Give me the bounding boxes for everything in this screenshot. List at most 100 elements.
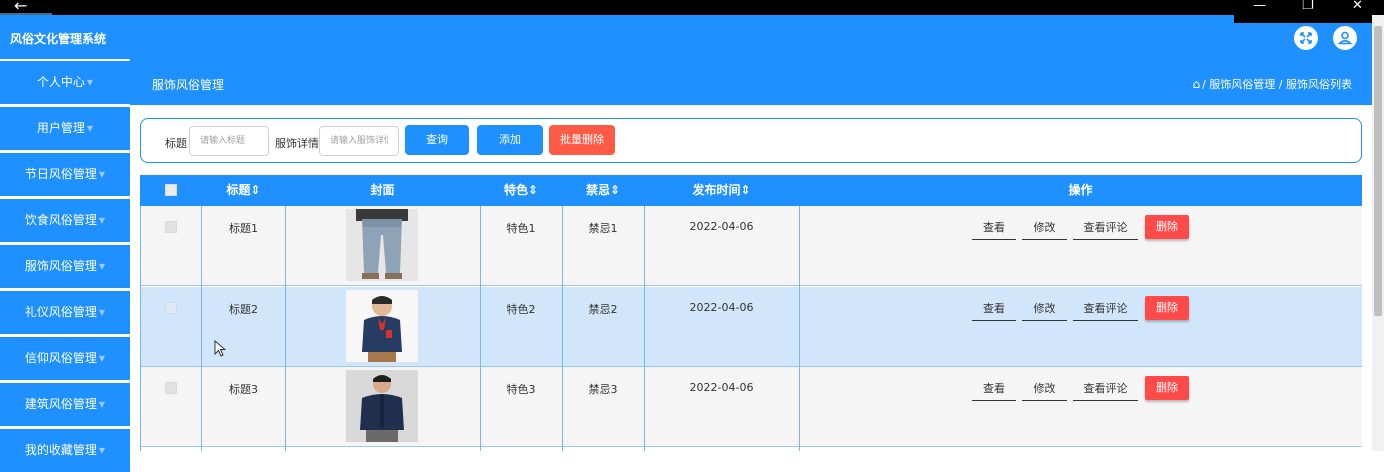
cell-taboo: 禁忌3 [588, 383, 618, 396]
column-divider [285, 206, 286, 451]
sidebar-item-label: 信仰风俗管理 [24, 351, 97, 365]
breadcrumb-text[interactable]: / 服饰风俗管理 / 服饰风俗列表 [1202, 78, 1352, 91]
chevron-down-icon: ▼ [98, 354, 106, 363]
column-label: 标题 [226, 183, 251, 197]
sidebar-item-label: 建筑风俗管理 [24, 397, 97, 411]
cell-title: 标题3 [229, 383, 258, 396]
delete-button[interactable]: 删除 [1145, 296, 1189, 320]
cover-image[interactable] [346, 290, 418, 362]
cell-date: 2022-04-06 [689, 220, 754, 233]
edit-button[interactable]: 修改 [1022, 218, 1067, 240]
batch-delete-button[interactable]: 批量删除 [549, 125, 615, 155]
sidebar-item-label: 我的收藏管理 [24, 443, 97, 457]
sort-icon: ⇕ [609, 183, 621, 197]
app-title: 风俗文化管理系统 [10, 32, 107, 46]
column-label: 操作 [1068, 183, 1093, 197]
column-label: 发布时间 [692, 183, 741, 197]
cell-feature: 特色1 [506, 222, 536, 235]
user-icon[interactable] [1333, 26, 1357, 50]
table-header: 标题⇕ 封面 特色⇕ 禁忌⇕ 发布时间⇕ 操作 [140, 175, 1362, 206]
restore-icon[interactable]: ❐ [1302, 0, 1314, 14]
add-button[interactable]: 添加 [477, 125, 543, 155]
table-border [140, 206, 141, 451]
sidebar-item-label: 用户管理 [36, 121, 85, 135]
sidebar-item-label: 礼仪风俗管理 [24, 305, 97, 319]
column-header-cover: 封面 [285, 175, 480, 206]
app-header: 风俗文化管理系统 [0, 15, 1372, 59]
sidebar-item-festival[interactable]: 节日风俗管理 ▼ [0, 153, 130, 196]
header-notch [1234, 15, 1372, 23]
close-icon[interactable]: ✕ [1352, 0, 1363, 14]
cell-date: 2022-04-06 [689, 381, 754, 394]
column-header-taboo[interactable]: 禁忌⇕ [562, 175, 644, 206]
mouse-cursor-icon [214, 340, 226, 357]
chevron-down-icon: ▼ [98, 400, 106, 409]
table-row[interactable]: 标题1 特色1 禁忌1 2022-04-06 查看 修改 查看评论 删除 [140, 206, 1362, 286]
sidebar-item-architecture[interactable]: 建筑风俗管理 ▼ [0, 383, 130, 426]
user-glyph [1337, 31, 1353, 45]
chevron-down-icon: ▼ [86, 78, 94, 87]
detail-search-input[interactable] [319, 126, 399, 156]
minimize-icon[interactable]: — [1253, 0, 1266, 14]
cell-feature: 特色3 [506, 383, 536, 396]
detail-filter-label: 服饰详情 [275, 137, 319, 150]
select-all-checkbox[interactable] [165, 184, 177, 196]
cell-taboo: 禁忌2 [588, 303, 618, 316]
edit-button[interactable]: 修改 [1022, 379, 1067, 401]
column-label: 封面 [370, 183, 395, 197]
view-comments-button[interactable]: 查看评论 [1073, 218, 1138, 240]
sidebar-item-label: 个人中心 [36, 75, 85, 89]
cell-feature: 特色2 [506, 303, 536, 316]
sidebar-item-users[interactable]: 用户管理 ▼ [0, 107, 130, 150]
cell-taboo: 禁忌1 [588, 222, 618, 235]
chevron-down-icon: ▼ [98, 216, 106, 225]
chevron-down-icon: ▼ [98, 262, 106, 271]
scrollbar-thumb[interactable] [1374, 26, 1382, 316]
view-button[interactable]: 查看 [972, 218, 1016, 240]
query-button[interactable]: 查询 [405, 125, 469, 155]
fullscreen-icon[interactable] [1294, 26, 1318, 50]
breadcrumb: ⌂ / 服饰风俗管理 / 服饰风俗列表 [1192, 76, 1352, 92]
sidebar-item-clothing[interactable]: 服饰风俗管理 ▼ [0, 245, 130, 288]
sidebar-item-profile[interactable]: 个人中心 ▼ [0, 61, 130, 104]
table-row[interactable]: 标题2 特色2 禁忌2 2022-04-06 查看 修改 查看评论 删除 [140, 287, 1362, 367]
delete-button[interactable]: 删除 [1145, 215, 1189, 239]
row-checkbox[interactable] [165, 221, 177, 233]
title-search-input[interactable] [189, 126, 269, 156]
sidebar: 个人中心 ▼ 用户管理 ▼ 节日风俗管理 ▼ 饮食风俗管理 ▼ 服饰风俗管理 ▼ 礼仪风俗… [0, 59, 130, 472]
fullscreen-glyph [1300, 32, 1312, 44]
view-button[interactable]: 查看 [972, 299, 1016, 321]
sort-icon: ⇕ [250, 183, 261, 197]
column-divider [562, 206, 563, 451]
sidebar-item-belief[interactable]: 信仰风俗管理 ▼ [0, 337, 130, 380]
edit-button[interactable]: 修改 [1022, 299, 1067, 321]
boy-shirt-image [346, 290, 418, 362]
page-heading-bar: 服饰风俗管理 ⌂ / 服饰风俗管理 / 服饰风俗列表 [130, 59, 1372, 105]
sort-icon: ⇕ [740, 183, 751, 197]
sidebar-item-label: 服饰风俗管理 [24, 259, 97, 273]
column-divider [480, 206, 481, 451]
home-icon[interactable]: ⌂ [1192, 77, 1200, 91]
sidebar-item-label: 饮食风俗管理 [24, 213, 97, 227]
view-button[interactable]: 查看 [972, 379, 1016, 401]
table-row[interactable]: 标题3 特色3 禁忌3 2022-04-06 查看 修改 查看评论 删除 [140, 367, 1362, 447]
sort-icon: ⇕ [527, 183, 539, 197]
chevron-down-icon: ▼ [86, 124, 94, 133]
column-header-date[interactable]: 发布时间⇕ [644, 175, 799, 206]
sidebar-item-etiquette[interactable]: 礼仪风俗管理 ▼ [0, 291, 130, 334]
row-checkbox[interactable] [165, 382, 177, 394]
column-header-title[interactable]: 标题⇕ [202, 175, 285, 206]
chevron-down-icon: ▼ [98, 308, 106, 317]
delete-button[interactable]: 删除 [1145, 376, 1189, 400]
cover-image[interactable] [346, 209, 418, 281]
view-comments-button[interactable]: 查看评论 [1073, 379, 1138, 401]
view-comments-button[interactable]: 查看评论 [1073, 299, 1138, 321]
column-label: 特色 [503, 183, 528, 197]
chevron-down-icon: ▼ [98, 170, 106, 179]
row-checkbox[interactable] [165, 302, 177, 314]
column-header-feature[interactable]: 特色⇕ [480, 175, 562, 206]
sidebar-item-food[interactable]: 饮食风俗管理 ▼ [0, 199, 130, 242]
cover-image[interactable] [346, 370, 418, 442]
column-divider [644, 206, 645, 451]
page-title: 服饰风俗管理 [152, 78, 225, 92]
